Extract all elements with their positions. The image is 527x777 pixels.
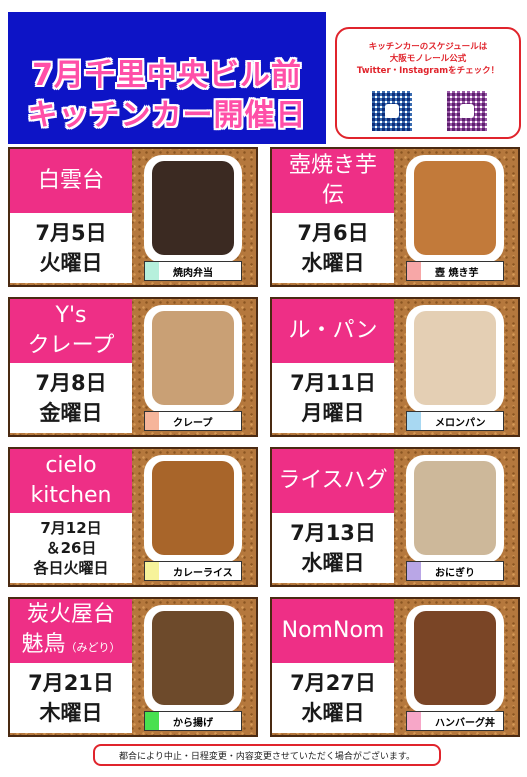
schedule-card-tsuboyaki: 壺焼き芋伝 7月6日 水曜日 壺 焼き芋 [270,147,520,287]
food-photo [406,305,504,413]
menu-tag: おにぎり [406,561,504,581]
onigiri-image [414,461,496,555]
schedule-card-cielo-kitchen: cielo kitchen 7月12日 ＆26日 各日火曜日 カレーライス [8,447,258,587]
twitter-qr-code[interactable] [372,91,412,131]
vendor-name: cielo kitchen [10,449,132,513]
food-photo [144,605,242,713]
title-line1: 7月千里中央ビル前 [32,58,302,93]
schedule-card-ys-crepe: Y's クレープ 7月8日 金曜日 クレープ [8,297,258,437]
title-banner: 7月千里中央ビル前 キッチンカー開催日 [8,12,326,144]
event-date: 7月21日 木曜日 [10,663,132,733]
event-date: 7月13日 水曜日 [272,513,394,583]
food-photo [144,455,242,563]
vendor-name: 炭火屋台 魅鳥（みどり） [10,599,132,663]
menu-tag: カレーライス [144,561,242,581]
vendor-name: 壺焼き芋伝 [272,149,394,213]
food-photo [406,605,504,713]
vendor-name: 白雲台 [10,149,132,213]
sns-notice-text: キッチンカーのスケジュールは 大阪モノレール公式 Twitter・Instagr… [356,42,500,76]
karaage-image [152,611,234,705]
yakiniku-bento-image [152,161,234,255]
food-photo [144,155,242,263]
vendor-name: NomNom [272,599,394,663]
menu-tag: メロンパン [406,411,504,431]
schedule-card-le-pain: ル・パン 7月11日 月曜日 メロンパン [270,297,520,437]
food-photo [406,155,504,263]
menu-tag: から揚げ [144,711,242,731]
schedule-card-nomnom: NomNom 7月27日 水曜日 ハンバーグ丼 [270,597,520,737]
sweet-potato-image [414,161,496,255]
sns-notice: キッチンカーのスケジュールは 大阪モノレール公式 Twitter・Instagr… [335,27,521,139]
food-photo [406,455,504,563]
event-date: 7月6日 水曜日 [272,213,394,283]
hamburg-don-image [414,611,496,705]
curry-rice-image [152,461,234,555]
instagram-qr-code[interactable] [447,91,487,131]
vendor-name: Y's クレープ [10,299,132,363]
schedule-card-hakuundai: 白雲台 7月5日 火曜日 焼肉弁当 [8,147,258,287]
crepe-image [152,311,234,405]
event-date: 7月12日 ＆26日 各日火曜日 [10,513,132,583]
menu-tag: 焼肉弁当 [144,261,242,281]
event-date: 7月5日 火曜日 [10,213,132,283]
event-date: 7月8日 金曜日 [10,363,132,433]
title-line2: キッチンカー開催日 [27,98,307,133]
disclaimer-notice: 都合により中止・日程変更・内容変更させていただく場合がございます。 [93,744,441,766]
menu-tag: ハンバーグ丼 [406,711,504,731]
event-date: 7月11日 月曜日 [272,363,394,433]
schedule-card-rice-hug: ライスハグ 7月13日 水曜日 おにぎり [270,447,520,587]
melon-pan-image [414,311,496,405]
menu-tag: クレープ [144,411,242,431]
food-photo [144,305,242,413]
schedule-card-midori: 炭火屋台 魅鳥（みどり） 7月21日 木曜日 から揚げ [8,597,258,737]
event-date: 7月27日 水曜日 [272,663,394,733]
menu-tag: 壺 焼き芋 [406,261,504,281]
vendor-name: ル・パン [272,299,394,363]
vendor-name: ライスハグ [272,449,394,513]
